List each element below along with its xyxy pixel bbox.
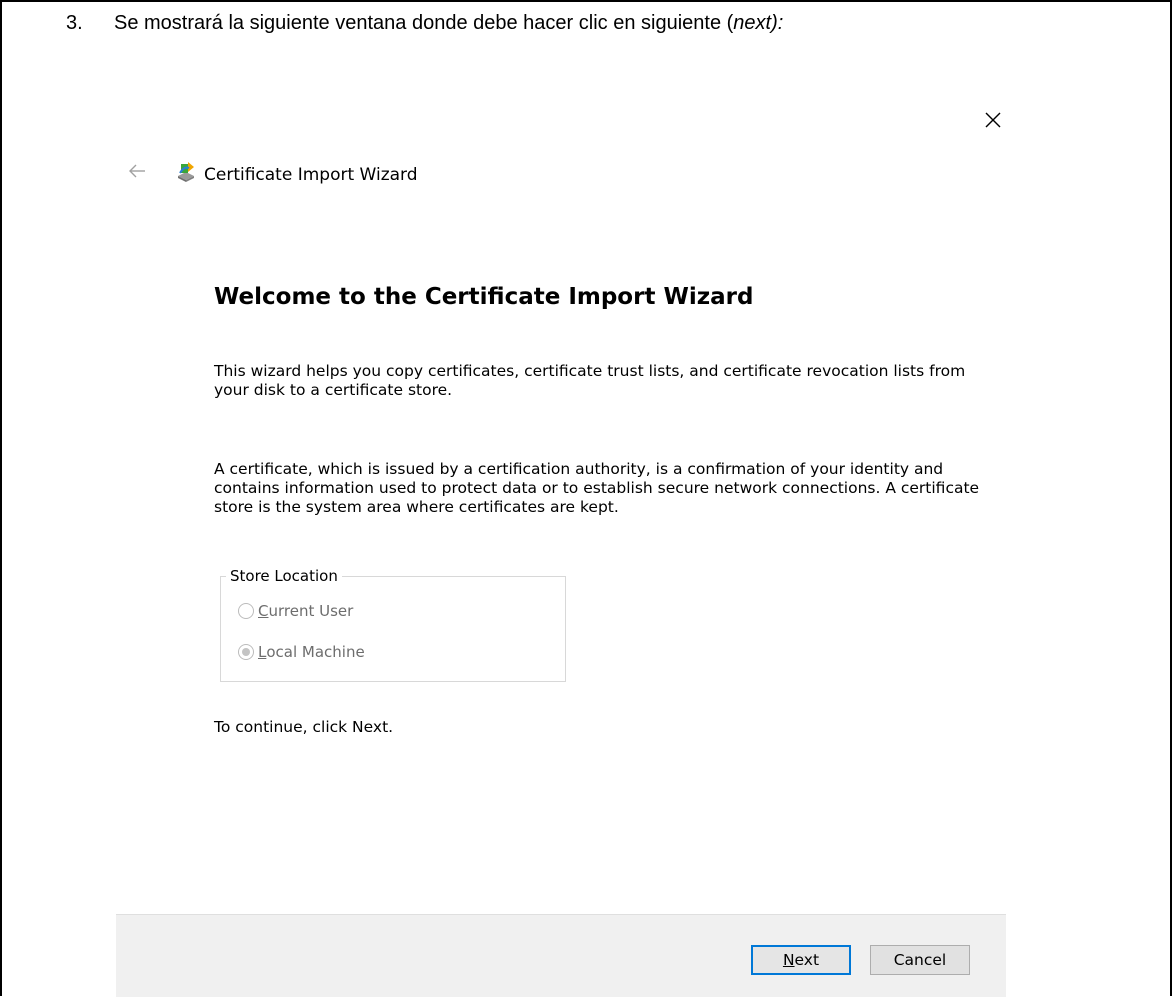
local-machine-label: ocal Machine [266, 643, 365, 661]
store-location-group [220, 576, 566, 682]
current-user-mnemonic: C [258, 602, 269, 620]
local-machine-mnemonic: L [258, 643, 267, 661]
certificate-wizard-icon [174, 160, 198, 184]
local-machine-radio[interactable] [238, 644, 254, 660]
intro-paragraph: This wizard helps you copy certificates,… [214, 362, 966, 399]
certificate-import-wizard-dialog: Certificate Import Wizard Welcome to the… [116, 96, 1020, 997]
welcome-heading: Welcome to the Certificate Import Wizard [214, 284, 754, 310]
dialog-footer: Next Cancel [116, 914, 1006, 997]
local-machine-radio-option[interactable]: Local Machine [238, 641, 365, 663]
close-icon[interactable] [981, 108, 1005, 132]
current-user-radio-option[interactable]: Current User [238, 600, 353, 622]
continue-instruction: To continue, click Next. [214, 718, 394, 736]
step-emphasis: next): [733, 12, 784, 34]
current-user-radio[interactable] [238, 603, 254, 619]
step-text: Se mostrará la siguiente ventana donde d… [114, 12, 734, 34]
next-label: ext [794, 951, 820, 969]
wizard-title: Certificate Import Wizard [204, 165, 418, 185]
back-arrow-icon[interactable] [126, 160, 148, 182]
store-location-legend: Store Location [226, 567, 342, 585]
step-number: 3. [66, 12, 83, 34]
next-button[interactable]: Next [751, 945, 851, 975]
cancel-button[interactable]: Cancel [870, 945, 970, 975]
instruction-step: 3. Se mostrará la siguiente ventana donde… [66, 12, 783, 35]
current-user-label: urrent User [268, 602, 354, 620]
next-mnemonic: N [782, 951, 795, 969]
certificate-explanation-paragraph: A certificate, which is issued by a cert… [214, 460, 980, 516]
